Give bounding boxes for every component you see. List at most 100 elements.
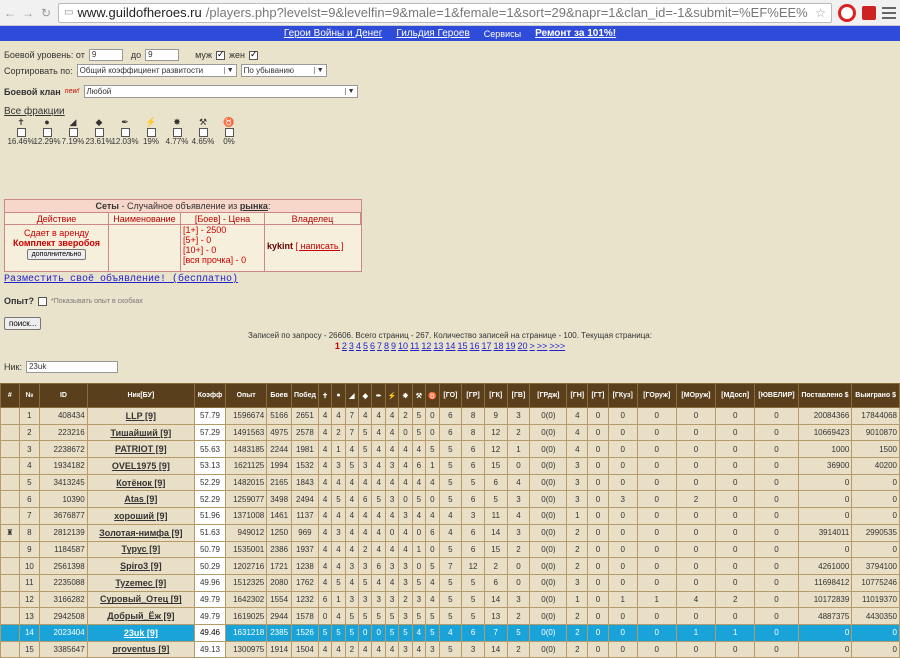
bookmark-star-icon[interactable]: ☆ <box>815 6 826 20</box>
page-link[interactable]: 11 <box>410 341 419 351</box>
page-link[interactable]: 7 <box>377 341 382 351</box>
player-nick[interactable]: Tyzemec [9] <box>86 573 196 592</box>
column-header[interactable]: ✝ <box>317 383 333 408</box>
level-to-input[interactable]: 9 <box>145 49 180 61</box>
search-button[interactable]: поиск... <box>4 317 42 330</box>
column-header[interactable]: [МОруж] <box>675 383 717 408</box>
extension-icon[interactable] <box>862 5 876 20</box>
faction-checkbox[interactable] <box>198 128 208 137</box>
faction-checkbox[interactable] <box>172 128 182 137</box>
column-header[interactable]: ● <box>331 383 346 408</box>
page-link[interactable]: 18 <box>493 341 503 351</box>
nick-input[interactable]: 23uk <box>25 361 118 373</box>
column-header[interactable]: ⚒ <box>411 383 427 408</box>
page-link[interactable]: 14 <box>445 341 455 351</box>
order-select[interactable]: По убыванию ▼ <box>240 64 327 77</box>
column-header[interactable]: [ГН] <box>566 383 589 408</box>
address-bar[interactable]: ▭ www.guildofheroes.ru/players.php?level… <box>58 2 832 23</box>
page-link[interactable]: 10 <box>398 341 408 351</box>
page-link[interactable]: 3 <box>349 341 354 351</box>
player-nick[interactable]: PATRIOT [9] <box>86 440 196 459</box>
faction-checkbox[interactable] <box>146 128 156 137</box>
page-link[interactable]: 6 <box>370 341 375 351</box>
column-header[interactable]: [ЮВЕЛИР] <box>754 383 799 408</box>
player-nick[interactable]: Турус [9] <box>86 540 196 559</box>
column-header[interactable]: [ГОруж] <box>636 383 677 408</box>
column-header[interactable]: № <box>18 383 41 408</box>
page-link[interactable]: 12 <box>421 341 431 351</box>
column-header[interactable]: Побед <box>291 383 319 408</box>
player-nick[interactable]: Тишайший [9] <box>86 423 196 442</box>
owner-name[interactable]: kykint <box>267 241 293 251</box>
page-link[interactable]: 19 <box>506 341 516 351</box>
exp-checkbox[interactable] <box>38 296 48 306</box>
nav-link-heroes[interactable]: Герои Войны и Денег <box>284 28 383 39</box>
column-header[interactable]: Поставлено $ <box>797 383 853 408</box>
write-link[interactable]: [ написать ] <box>296 241 344 251</box>
page-link[interactable]: 1 <box>335 341 340 351</box>
player-nick[interactable]: LLP [9] <box>86 407 196 425</box>
page-link[interactable]: 20 <box>518 341 528 351</box>
column-header[interactable]: ✒ <box>371 383 386 408</box>
back-arrow-icon[interactable]: ← <box>4 6 16 20</box>
player-nick[interactable]: Суровый_Отец [9] <box>86 590 196 609</box>
page-link[interactable]: 5 <box>363 341 368 351</box>
column-header[interactable]: ♉ <box>425 383 440 408</box>
player-nick[interactable]: proventus [9] <box>86 640 196 658</box>
page-link[interactable]: 2 <box>342 341 347 351</box>
menu-icon[interactable] <box>882 6 896 19</box>
clan-select[interactable]: Любой ▼ <box>83 85 358 98</box>
reload-icon[interactable]: ↻ <box>40 6 52 20</box>
column-header[interactable]: Выиграно $ <box>851 383 900 408</box>
column-header[interactable]: ✸ <box>398 383 413 408</box>
sort-select[interactable]: Общий коэффициент развитости ▼ <box>76 64 237 77</box>
column-header[interactable]: # <box>0 383 20 408</box>
more-button[interactable]: дополнительно <box>26 249 87 260</box>
faction-checkbox[interactable] <box>68 128 78 137</box>
faction-checkbox[interactable] <box>120 128 130 137</box>
column-header[interactable]: Коэфф <box>194 383 226 408</box>
faction-checkbox[interactable] <box>224 128 234 137</box>
column-header[interactable]: Боев <box>266 383 293 408</box>
level-from-input[interactable]: 9 <box>88 49 123 61</box>
player-nick[interactable]: Котёнок [9] <box>86 473 196 492</box>
nav-link-guild[interactable]: Гильдия Героев <box>396 28 469 39</box>
column-header[interactable]: [ГО] <box>438 383 463 408</box>
opera-icon[interactable] <box>838 3 856 22</box>
nav-link-repair[interactable]: Ремонт за 101%! <box>535 28 616 39</box>
player-nick[interactable]: Spiro3 [9] <box>86 557 196 575</box>
column-header[interactable]: ◆ <box>358 383 373 408</box>
female-checkbox[interactable] <box>249 49 259 60</box>
column-header[interactable]: ◢ <box>344 383 360 408</box>
page-link[interactable]: 15 <box>457 341 467 351</box>
place-ad-link[interactable]: Разместить своё объявление! (бесплатно) <box>4 274 238 285</box>
column-header[interactable]: [ГРдж] <box>529 383 568 408</box>
player-nick[interactable]: Золотая-нимфа [9] <box>86 523 196 542</box>
column-header[interactable]: Опыт <box>224 383 268 408</box>
male-checkbox[interactable] <box>216 49 226 60</box>
page-link[interactable]: 17 <box>481 341 491 351</box>
page-link[interactable]: 4 <box>356 341 361 351</box>
faction-checkbox[interactable] <box>42 128 52 137</box>
page-link[interactable]: >> <box>537 341 548 351</box>
forward-arrow-icon[interactable]: → <box>22 6 34 20</box>
page-link[interactable]: 16 <box>469 341 479 351</box>
column-header[interactable]: ⚡ <box>384 383 400 408</box>
column-header[interactable]: [МДосп] <box>715 383 756 408</box>
column-header[interactable]: [ГКуз] <box>607 383 638 408</box>
ad-item[interactable]: Комплект зверобоя <box>5 238 108 248</box>
player-nick[interactable]: OVEL1975 [9] <box>86 457 196 475</box>
column-header[interactable]: [ГТ] <box>587 383 609 408</box>
page-link[interactable]: 8 <box>384 341 389 351</box>
market-link[interactable]: рынка <box>240 201 268 211</box>
faction-checkbox[interactable] <box>94 128 104 137</box>
faction-checkbox[interactable] <box>16 128 26 137</box>
all-factions-link[interactable]: Все фракции <box>4 106 65 117</box>
page-link[interactable]: > <box>530 341 535 351</box>
column-header[interactable]: ID <box>39 383 88 408</box>
player-nick[interactable]: хороший [9] <box>86 507 196 525</box>
page-link[interactable]: >>> <box>549 341 565 351</box>
column-header[interactable]: Ник[БУ] <box>86 383 196 408</box>
column-header[interactable]: [ГК] <box>483 383 508 408</box>
nav-link-services[interactable]: Сервисы <box>484 29 521 39</box>
